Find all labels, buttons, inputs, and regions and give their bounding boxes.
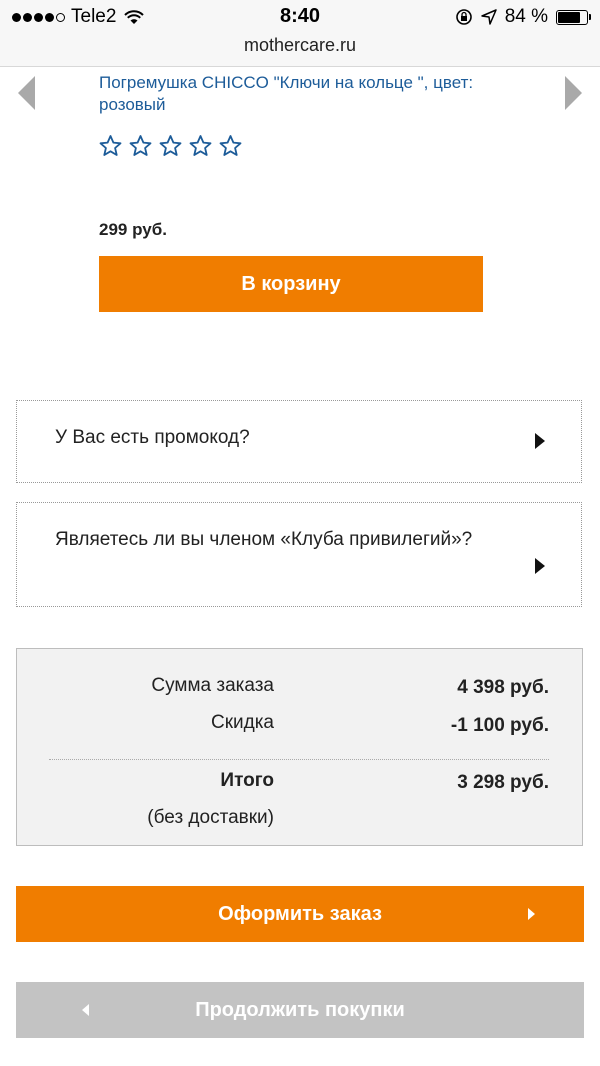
url-text[interactable]: mothercare.ru <box>0 35 600 56</box>
star-icon[interactable] <box>188 134 213 158</box>
discount-label: Скидка <box>210 712 274 733</box>
product-price: 299 руб. <box>99 220 167 239</box>
continue-shopping-label: Продолжить покупки <box>195 999 405 1021</box>
star-icon[interactable] <box>128 134 153 158</box>
order-sum-value: 4 398 руб. <box>457 677 549 698</box>
order-summary: Сумма заказа 4 398 руб. Скидка -1 100 ру… <box>16 648 583 846</box>
star-icon[interactable] <box>218 134 243 158</box>
privilege-club-toggle[interactable]: Являетесь ли вы членом «Клуба привилегий… <box>16 502 582 607</box>
promo-code-label: У Вас есть промокод? <box>55 427 250 448</box>
discount-value: -1 100 руб. <box>450 715 549 736</box>
battery-percent: 84 % <box>504 6 548 27</box>
checkout-button[interactable]: Оформить заказ <box>16 886 584 942</box>
status-bar: Tele2 8:40 84 % <box>0 0 600 34</box>
total-value: 3 298 руб. <box>457 772 549 793</box>
order-sum-label: Сумма заказа <box>151 675 274 696</box>
triangle-right-icon <box>535 433 545 449</box>
triangle-right-icon <box>535 558 545 574</box>
rating-stars[interactable] <box>98 134 243 158</box>
summary-divider <box>49 759 549 760</box>
location-arrow-icon <box>480 9 497 25</box>
rotation-lock-icon <box>455 9 472 25</box>
continue-shopping-button[interactable]: Продолжить покупки <box>16 982 584 1038</box>
star-icon[interactable] <box>158 134 183 158</box>
triangle-right-icon <box>528 908 535 920</box>
privilege-club-label: Являетесь ли вы членом «Клуба привилегий… <box>55 529 473 550</box>
total-label: Итого <box>220 770 274 791</box>
promo-code-toggle[interactable]: У Вас есть промокод? <box>16 400 582 483</box>
browser-top-bar: Tele2 8:40 84 % mothercare.ru <box>0 0 600 67</box>
star-icon[interactable] <box>98 134 123 158</box>
checkout-label: Оформить заказ <box>218 903 382 925</box>
total-note: (без доставки) <box>147 807 274 828</box>
product-title[interactable]: Погремушка CHICCO "Ключи на кольце ", цв… <box>99 72 519 116</box>
chevron-right-icon[interactable] <box>563 74 585 112</box>
add-to-cart-button[interactable]: В корзину <box>99 256 483 312</box>
chevron-left-icon[interactable] <box>15 74 37 112</box>
status-right-group: 84 % <box>455 6 591 28</box>
battery-icon <box>556 9 591 25</box>
